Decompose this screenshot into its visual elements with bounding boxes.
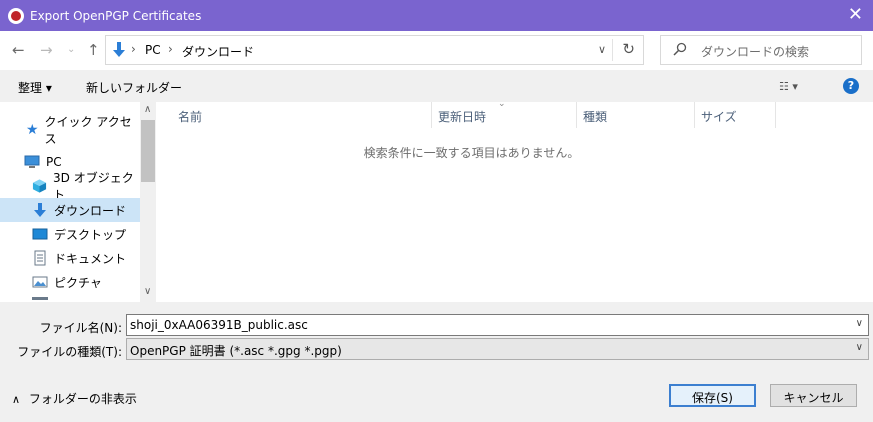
chevron-down-icon[interactable]: ∨	[856, 342, 863, 353]
sidebar-item-downloads[interactable]: ダウンロード	[0, 198, 140, 222]
arrow-up-icon[interactable]: ↑	[87, 41, 100, 59]
chevron-down-icon[interactable]: ⌄	[67, 44, 75, 55]
chevron-up-icon: ∧	[12, 393, 21, 406]
view-options-icon[interactable]: ☷ ▾	[779, 80, 798, 93]
command-bar: 整理 ▾ 新しいフォルダー ☷ ▾ ?	[0, 70, 873, 102]
sidebar-item-partial	[0, 294, 140, 302]
breadcrumb-pc[interactable]: PC	[145, 43, 161, 57]
breadcrumb-separator: ›	[168, 42, 173, 56]
navigation-bar: ← → ⌄ ↑ › PC › ダウンロード ∨ ↻ ダウンロードの検索	[0, 31, 873, 70]
file-list: ⌄ 名前 更新日時 種類 サイズ 検索条件に一致する項目はありません。	[156, 99, 873, 302]
sidebar-item-label: デスクトップ	[54, 227, 127, 242]
filename-value: shoji_0xAA06391B_public.asc	[130, 318, 308, 332]
arrow-right-icon[interactable]: →	[40, 41, 53, 59]
chevron-down-icon[interactable]: ∨	[598, 43, 606, 56]
dialog-footer: ファイル名(N): shoji_0xAA06391B_public.asc ∨ …	[0, 302, 873, 422]
picture-icon	[32, 276, 48, 288]
chevron-down-icon[interactable]: ∨	[856, 318, 863, 329]
close-icon[interactable]: ✕	[848, 5, 863, 25]
organize-button[interactable]: 整理 ▾	[18, 79, 52, 96]
sidebar-item-3d-objects[interactable]: 3D オブジェクト	[0, 171, 140, 202]
sidebar-item-pictures[interactable]: ピクチャ	[0, 270, 140, 294]
sidebar-item-label: クイック アクセス	[44, 115, 132, 146]
filetype-label: ファイルの種類(T):	[17, 345, 122, 359]
scroll-up-icon[interactable]: ∧	[144, 104, 151, 115]
sidebar-item-desktop[interactable]: デスクトップ	[0, 222, 140, 246]
folder-icon	[32, 296, 48, 300]
download-icon	[34, 203, 46, 217]
refresh-icon[interactable]: ↻	[622, 40, 635, 58]
empty-message: 検索条件に一致する項目はありません。	[363, 146, 580, 160]
filename-label: ファイル名(N):	[39, 321, 122, 335]
address-bar[interactable]: › PC › ダウンロード ∨ ↻	[105, 35, 644, 65]
arrow-left-icon[interactable]: ←	[12, 41, 25, 59]
cancel-button[interactable]: キャンセル	[770, 384, 857, 407]
breadcrumb-separator: ›	[131, 42, 136, 56]
title-bar: Export OpenPGP Certificates ✕	[0, 0, 873, 31]
search-icon	[673, 42, 687, 56]
navigation-pane: ★ クイック アクセス PC 3D オブジェクト ダウンロード デスクトップ ド…	[0, 102, 156, 302]
help-icon[interactable]: ?	[843, 78, 859, 94]
cube-icon	[32, 179, 47, 193]
hide-folders-toggle[interactable]: ∧ フォルダーの非表示	[12, 390, 137, 407]
sidebar-item-quick-access[interactable]: ★ クイック アクセス	[0, 115, 140, 146]
desktop-icon	[32, 228, 48, 240]
breadcrumb-downloads[interactable]: ダウンロード	[182, 43, 254, 60]
column-header-type[interactable]: 種類	[577, 102, 695, 128]
sidebar-item-label: PC	[46, 155, 62, 169]
filetype-value: OpenPGP 証明書 (*.asc *.gpg *.pgp)	[130, 344, 342, 358]
download-icon	[113, 42, 125, 57]
divider	[612, 39, 613, 61]
save-button[interactable]: 保存(S)	[669, 384, 756, 407]
sidebar-item-label: ドキュメント	[54, 251, 127, 266]
scrollbar-thumb[interactable]	[141, 120, 155, 182]
window-title: Export OpenPGP Certificates	[30, 8, 202, 23]
document-icon	[34, 250, 46, 266]
search-box[interactable]: ダウンロードの検索	[660, 35, 862, 65]
star-icon: ★	[26, 122, 39, 138]
column-header-modified[interactable]: 更新日時	[432, 102, 577, 128]
filetype-select[interactable]: OpenPGP 証明書 (*.asc *.gpg *.pgp) ∨	[126, 338, 869, 360]
column-header-name[interactable]: 名前	[156, 102, 432, 128]
sidebar-item-label: ピクチャ	[54, 275, 102, 290]
search-placeholder: ダウンロードの検索	[701, 45, 810, 59]
column-header-size[interactable]: サイズ	[695, 102, 776, 128]
sidebar-scrollbar[interactable]: ∧ ∨	[140, 102, 156, 302]
sidebar-item-label: ダウンロード	[54, 203, 127, 218]
app-icon	[8, 7, 24, 24]
scroll-down-icon[interactable]: ∨	[144, 286, 151, 297]
filename-field[interactable]: shoji_0xAA06391B_public.asc ∨	[126, 314, 869, 336]
computer-icon	[24, 155, 40, 168]
sidebar-item-documents[interactable]: ドキュメント	[0, 246, 140, 270]
hide-folders-label: フォルダーの非表示	[28, 392, 137, 406]
new-folder-button[interactable]: 新しいフォルダー	[86, 79, 182, 96]
